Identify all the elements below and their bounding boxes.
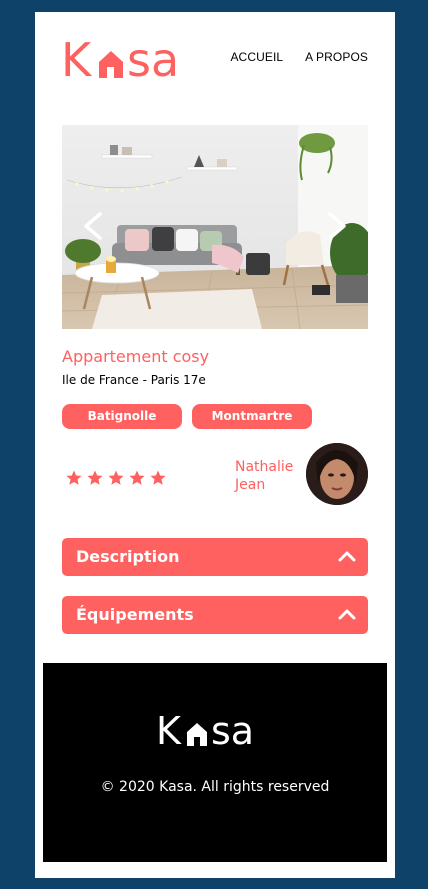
- star-icon: [150, 470, 166, 485]
- chevron-up-icon: [338, 551, 356, 562]
- tag-badge: Batignolle: [62, 404, 182, 429]
- footer-copyright: © 2020 Kasa. All rights reserved: [100, 779, 330, 795]
- equipments-collapse-label: Équipements: [76, 605, 194, 624]
- host-last-name: Jean: [235, 477, 266, 493]
- footer-logo-letter-k: K: [156, 709, 182, 749]
- host-avatar: [306, 443, 368, 505]
- rating-stars: [65, 469, 167, 487]
- chevron-left-icon: [84, 212, 102, 240]
- kasa-logo-graphic: K sa: [61, 33, 179, 87]
- listing-location: Ile de France - Paris 17e: [62, 373, 206, 387]
- chevron-right-icon: [328, 212, 346, 240]
- description-collapse[interactable]: Description: [62, 538, 368, 576]
- house-icon: [99, 51, 123, 78]
- star-icon: [108, 470, 124, 485]
- star-icon: [87, 470, 103, 485]
- listing-title: Appartement cosy: [62, 347, 210, 366]
- carousel-prev-button[interactable]: [80, 211, 106, 241]
- footer-logo-letters-sa: sa: [211, 709, 254, 749]
- host-first-name: Nathalie: [235, 459, 294, 475]
- star-icon: [129, 470, 145, 485]
- logo-letters-sa: sa: [127, 34, 179, 82]
- chevron-up-icon: [338, 609, 356, 620]
- app-screen: K sa ACCUEIL A PROPOS Appartement cosy I…: [35, 12, 395, 878]
- star-icon: [66, 470, 82, 485]
- tag-badge: Montmartre: [192, 404, 312, 429]
- tag-list: Batignolle Montmartre: [62, 404, 312, 429]
- nav-link-home[interactable]: ACCUEIL: [230, 50, 283, 64]
- host-name: Nathalie Jean: [235, 458, 293, 494]
- nav-link-about[interactable]: A PROPOS: [305, 50, 368, 64]
- equipments-collapse[interactable]: Équipements: [62, 596, 368, 634]
- logo-letter-k: K: [61, 34, 93, 82]
- site-footer: K sa © 2020 Kasa. All rights reserved: [43, 663, 387, 862]
- footer-kasa-logo-graphic: K sa: [156, 709, 254, 753]
- host-portrait: [306, 443, 368, 505]
- carousel-next-button[interactable]: [324, 211, 350, 241]
- house-icon: [187, 723, 207, 746]
- footer-kasa-logo: K sa: [156, 709, 278, 753]
- description-collapse-label: Description: [76, 547, 180, 566]
- main-nav: ACCUEIL A PROPOS: [230, 50, 368, 64]
- living-room-photo: [62, 125, 368, 329]
- photo-carousel: [62, 125, 368, 329]
- kasa-logo[interactable]: K sa: [61, 33, 203, 87]
